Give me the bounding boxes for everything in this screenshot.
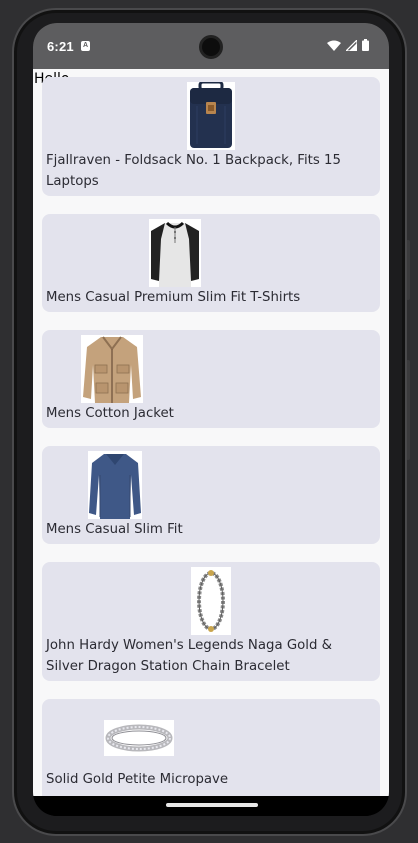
- product-title: Fjallraven - Foldsack No. 1 Backpack, Fi…: [46, 153, 341, 189]
- status-bar: 6:21 A: [33, 23, 389, 69]
- camera-cutout: [199, 35, 223, 59]
- product-card[interactable]: Solid Gold Petite Micropave: [42, 699, 380, 796]
- ring-icon: [105, 724, 173, 752]
- jacket-image: [81, 335, 143, 403]
- product-title: Mens Casual Premium Slim Fit T-Shirts: [46, 290, 301, 305]
- status-icons: [327, 39, 369, 51]
- navigation-bar: [33, 796, 389, 816]
- backpack-image: [187, 82, 235, 150]
- product-title: John Hardy Women's Legends Naga Gold & S…: [46, 638, 333, 674]
- longsleeve-icon: [89, 454, 141, 519]
- longsleeve-image: [88, 451, 142, 519]
- tshirt-image: [149, 219, 201, 287]
- jacket-icon: [83, 336, 141, 403]
- tshirt-icon: [151, 221, 199, 287]
- signal-icon: [346, 39, 357, 51]
- product-card[interactable]: Mens Cotton Jacket: [42, 330, 380, 428]
- product-card[interactable]: Fjallraven - Foldsack No. 1 Backpack, Fi…: [42, 77, 380, 196]
- product-title: Mens Casual Slim Fit: [46, 522, 183, 537]
- product-title: Mens Cotton Jacket: [46, 406, 174, 421]
- battery-icon: [362, 39, 369, 51]
- app-content[interactable]: Hello Fjallraven - Foldsack No. 1 Backpa…: [33, 69, 389, 796]
- ring-image: [104, 720, 174, 756]
- bracelet-image: [191, 567, 231, 635]
- product-card[interactable]: John Hardy Women's Legends Naga Gold & S…: [42, 562, 380, 681]
- bracelet-icon: [197, 570, 225, 632]
- notification-icon: A: [81, 41, 90, 51]
- device-frame: 6:21 A Hello: [0, 0, 418, 843]
- status-time: 6:21: [47, 39, 74, 54]
- backpack-icon: [190, 82, 232, 148]
- wifi-icon: [327, 40, 341, 51]
- product-title: Solid Gold Petite Micropave: [46, 772, 229, 787]
- home-gesture-handle[interactable]: [166, 803, 258, 807]
- phone-screen: 6:21 A Hello: [33, 23, 389, 816]
- product-card[interactable]: Mens Casual Premium Slim Fit T-Shirts: [42, 214, 380, 312]
- product-card[interactable]: Mens Casual Slim Fit: [42, 446, 380, 544]
